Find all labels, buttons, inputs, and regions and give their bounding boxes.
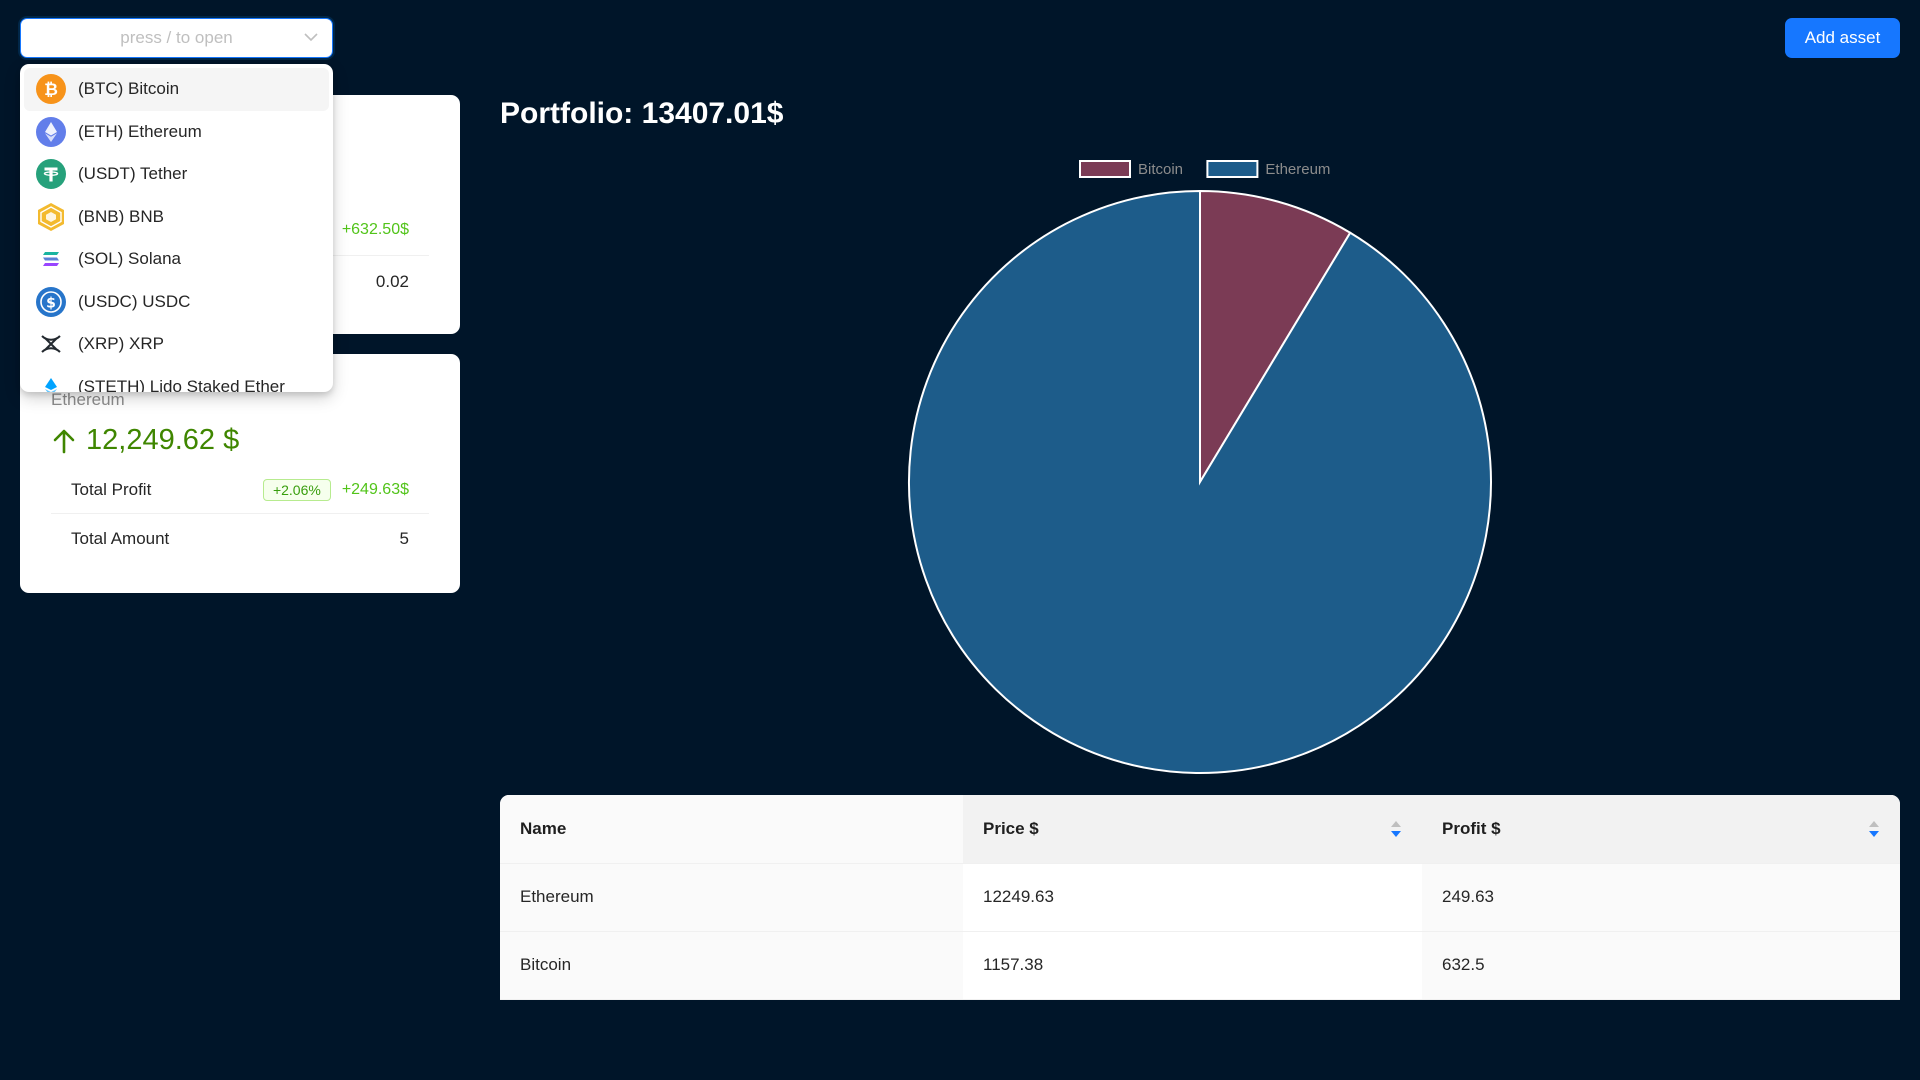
dropdown-item-label: (USDT) Tether	[78, 164, 188, 184]
dropdown-item-label: (ETH) Ethereum	[78, 121, 202, 141]
dropdown-item-usdc[interactable]: $ (USDC) USDC	[24, 281, 329, 324]
legend-label-ethereum[interactable]: Ethereum	[1265, 161, 1330, 178]
pie-slice-ethereum[interactable]	[908, 189, 1492, 774]
total-amount-value: 5	[399, 529, 409, 548]
solana-icon	[36, 244, 66, 274]
dropdown-item-label: (STETH) Lido Staked Ether	[78, 376, 285, 392]
dropdown-item-sol[interactable]: (SOL) Solana	[24, 238, 329, 281]
arrow-up-icon	[53, 429, 75, 453]
total-amount-label: Total Amount	[71, 529, 170, 548]
column-header-profit[interactable]: Profit $	[1422, 795, 1900, 864]
steth-icon	[36, 372, 66, 392]
column-header-price[interactable]: Price $	[963, 795, 1422, 864]
profit-value: +249.63$	[341, 480, 409, 498]
dropdown-item-bnb[interactable]: (BNB) BNB	[24, 196, 329, 239]
dropdown-item-usdt[interactable]: (USDT) Tether	[24, 153, 329, 196]
dropdown-item-label: (USDC) USDC	[78, 291, 191, 311]
card-price-value: 12,249.62 $	[86, 424, 240, 456]
table-row[interactable]: Ethereum 12249.63 249.63	[500, 863, 1900, 932]
legend-label-bitcoin[interactable]: Bitcoin	[1138, 161, 1183, 178]
xrp-icon	[36, 329, 66, 359]
dropdown-item-xrp[interactable]: (XRP) XRP	[24, 323, 329, 366]
column-header-profit-label: Profit $	[1442, 818, 1501, 838]
legend-swatch-ethereum[interactable]	[1206, 160, 1259, 178]
bitcoin-icon: ₿	[36, 74, 66, 105]
table-row[interactable]: Bitcoin 1157.38 632.5	[500, 931, 1900, 1000]
dropdown-item-label: (XRP) XRP	[78, 334, 164, 354]
cell-profit: 249.63	[1422, 863, 1900, 932]
total-profit-row: Total Profit +2.06% +249.63$	[51, 466, 429, 514]
dropdown-item-eth[interactable]: (ETH) Ethereum	[24, 111, 329, 154]
dropdown-item-label: (BTC) Bitcoin	[78, 79, 180, 99]
pie-chart-svg: Bitcoin Ethereum	[908, 160, 1492, 774]
table-header-row: Name Price $ Profit $	[500, 795, 1900, 864]
dropdown-item-steth[interactable]: (STETH) Lido Staked Ether	[24, 366, 329, 392]
card-profit-value: +632.50$	[341, 221, 409, 238]
cell-price: 1157.38	[963, 931, 1422, 1000]
bnb-icon	[36, 202, 66, 232]
total-amount-row: Total Amount 5	[51, 515, 429, 563]
column-header-name: Name	[500, 795, 963, 864]
cell-price: 12249.63	[963, 863, 1422, 932]
svg-text:₿: ₿	[44, 80, 58, 100]
total-profit-label: Total Profit	[71, 479, 152, 499]
portfolio-pie-chart: Bitcoin Ethereum	[880, 150, 1520, 790]
legend-swatch-bitcoin[interactable]	[1079, 160, 1131, 178]
dropdown-item-btc[interactable]: ₿ (BTC) Bitcoin	[24, 68, 329, 111]
profit-percent-badge: +2.06%	[262, 478, 331, 501]
portfolio-title: Portfolio: 13407.01$	[500, 97, 784, 130]
assets-table: Name Price $ Profit $ Ethereum 12249.63 …	[500, 795, 1900, 1000]
tether-icon	[36, 159, 66, 190]
sort-icon[interactable]	[1868, 819, 1880, 839]
chevron-down-icon	[304, 33, 318, 42]
card-price: 12,249.62 $	[50, 424, 239, 457]
add-asset-button[interactable]: Add asset	[1785, 18, 1900, 58]
svg-text:$: $	[46, 295, 56, 311]
dropdown-item-label: (SOL) Solana	[78, 249, 181, 269]
cell-name: Bitcoin	[500, 931, 963, 1000]
search-placeholder: press / to open	[120, 28, 233, 47]
asset-dropdown: ₿ (BTC) Bitcoin (ETH) Ethereum (USDT) Te…	[20, 64, 333, 392]
card-amount-value: 0.02	[375, 272, 409, 291]
card-asset-name: Ethereum	[51, 390, 125, 409]
cell-profit: 632.5	[1422, 931, 1900, 1000]
sort-icon[interactable]	[1390, 819, 1402, 839]
usdc-icon: $	[36, 286, 66, 317]
cell-name: Ethereum	[500, 863, 963, 932]
dropdown-item-label: (BNB) BNB	[78, 206, 164, 226]
ethereum-icon	[36, 116, 66, 147]
asset-search-select[interactable]: press / to open	[20, 18, 333, 58]
column-header-price-label: Price $	[983, 818, 1039, 838]
